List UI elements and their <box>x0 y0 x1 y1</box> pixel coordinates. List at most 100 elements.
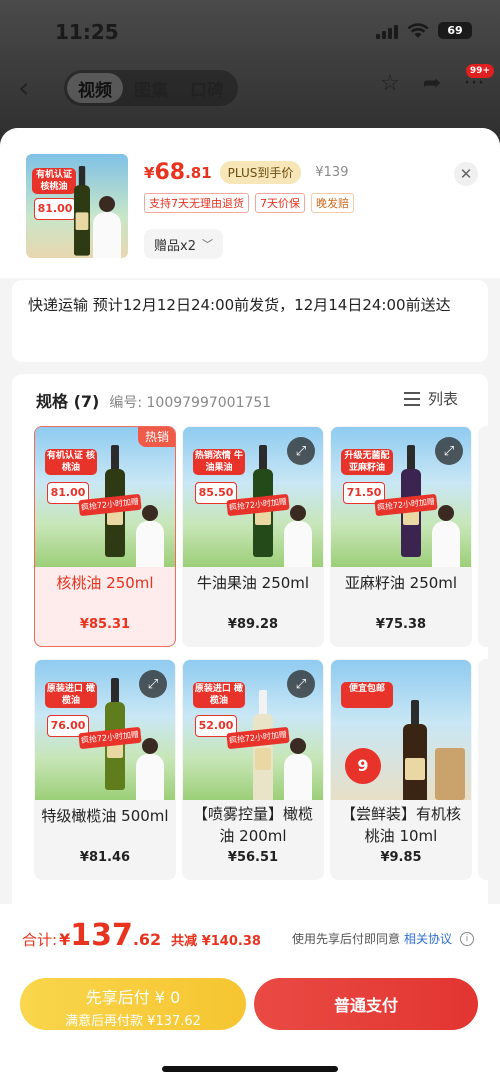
list-icon <box>403 391 420 406</box>
gift-label: 赠品x2 <box>154 238 196 254</box>
spec-item-name: 核桃油 250ml <box>56 574 154 592</box>
price-row: ¥ 68 .81 PLUS到手价 ¥139 <box>144 160 348 185</box>
service-tags: 支持7天无理由退货 7天价保 晚发赔 <box>144 193 354 213</box>
spec-item-price: ¥85.31 <box>79 617 131 632</box>
spec-header: 规格 (7) 编号: 10097997001751 <box>36 388 271 412</box>
list-view-toggle[interactable]: 列表 <box>403 388 458 409</box>
status-bar: 11:25 69 <box>0 0 500 62</box>
shipping-text: 快递运输 预计12月12日24:00前发货，12月14日24:00前送达 <box>28 296 451 314</box>
spec-item-peek[interactable] <box>478 426 488 647</box>
signal-icon <box>376 23 398 39</box>
share-icon[interactable]: ➦ <box>420 72 444 96</box>
item-image-price: 9 <box>345 748 381 784</box>
spec-item-name: 【喷雾控量】橄榄油 200ml <box>192 805 313 845</box>
info-icon[interactable]: i <box>460 931 474 946</box>
item-banner: 有机认证 核桃油 <box>45 449 97 475</box>
price-integer: 68 <box>154 160 186 185</box>
spec-item-olive-500[interactable]: 原装进口 橄榄油 76.00 疯抢72小时加赠 ⤢ 特级橄榄油 500ml ¥8… <box>34 659 176 880</box>
product-box-image <box>435 738 465 800</box>
product-thumbnail[interactable]: 有机认证 核桃油 81.00 <box>26 154 128 258</box>
pay-later-label: 先享后付 ¥ 0 <box>85 988 181 1007</box>
spec-item-price: ¥9.85 <box>380 850 422 865</box>
total-discount: 共减 ¥140.38 <box>171 934 261 949</box>
wifi-icon <box>407 22 429 38</box>
model-image <box>281 738 315 800</box>
hot-badge: 热销 <box>137 427 175 447</box>
shipping-info[interactable]: 快递运输 预计12月12日24:00前发货，12月14日24:00前送达 <box>12 280 488 362</box>
spec-code: 编号: 10097997001751 <box>109 395 272 411</box>
spec-item-name: 亚麻籽油 250ml <box>344 574 458 592</box>
total-row: 合计: ¥ 137 .62 共减 ¥140.38 <box>22 918 261 953</box>
thumb-price: 81.00 <box>34 198 76 220</box>
item-banner: 原装进口 橄榄油 <box>45 682 97 708</box>
spec-selector: 规格 (7) 编号: 10097997001751 列表 有机认证 核桃油 81… <box>12 374 488 914</box>
top-nav: ‹ 视频 图集 口碑 ☆ ➦ ··· 99+ <box>0 64 500 110</box>
spec-item-price: ¥89.28 <box>227 617 279 632</box>
agreement-link[interactable]: 相关协议 <box>404 930 452 947</box>
model-image <box>281 505 315 567</box>
spec-item-price: ¥56.51 <box>227 850 279 865</box>
thumb-bottle-image <box>74 166 90 256</box>
tag-price-protect: 7天价保 <box>255 193 305 213</box>
expand-icon[interactable]: ⤢ <box>287 437 315 465</box>
item-banner: 原装进口 橄榄油 <box>193 682 245 708</box>
list-label: 列表 <box>427 390 458 408</box>
spec-item-image: 便宜包邮 9 <box>331 660 471 800</box>
message-badge: 99+ <box>465 64 494 78</box>
tab-video[interactable]: 视频 <box>67 73 123 103</box>
spec-item-image: 有机认证 核桃油 81.00 疯抢72小时加赠 <box>35 427 175 567</box>
total-decimal: .62 <box>132 930 162 949</box>
total-symbol: ¥ <box>59 930 71 949</box>
spec-item-peek[interactable] <box>478 659 488 880</box>
expand-icon[interactable]: ⤢ <box>139 670 167 698</box>
spec-item-name: 牛油果油 250ml <box>196 574 310 592</box>
normal-pay-button[interactable]: 普通支付 <box>254 978 478 1030</box>
item-banner: 热销浓情 牛油果油 <box>193 449 245 475</box>
bottle-image <box>403 700 427 800</box>
original-price: ¥139 <box>315 165 349 180</box>
home-indicator[interactable] <box>162 1066 338 1072</box>
thumb-model-image <box>90 196 124 258</box>
chevron-down-icon: ﹀ <box>201 238 213 251</box>
agreement-note: 使用先享后付即同意 相关协议 i <box>292 930 474 947</box>
model-image <box>133 738 167 800</box>
price-symbol: ¥ <box>144 163 155 182</box>
model-image <box>429 505 463 567</box>
spec-item-flaxseed-250[interactable]: 升级无菌配 亚麻籽油 71.50 疯抢72小时加赠 ⤢ 亚麻籽油 250ml ¥… <box>330 426 472 647</box>
spec-item-price: ¥75.38 <box>375 617 427 632</box>
back-icon[interactable]: ‹ <box>18 74 29 102</box>
favorite-star-icon[interactable]: ☆ <box>378 72 402 96</box>
model-image <box>133 505 167 567</box>
media-tabs: 视频 图集 口碑 <box>64 70 238 106</box>
product-header: 有机认证 核桃油 81.00 ¥ 68 .81 PLUS到手价 ¥139 ✕ 支持… <box>0 128 500 278</box>
tab-reviews[interactable]: 口碑 <box>179 73 235 103</box>
close-button[interactable]: ✕ <box>454 162 478 186</box>
spec-item-walnut-250[interactable]: 有机认证 核桃油 81.00 疯抢72小时加赠 热销 核桃油 250ml ¥85… <box>34 426 176 647</box>
item-banner: 升级无菌配 亚麻籽油 <box>341 449 393 475</box>
price-decimal: .81 <box>185 163 212 182</box>
pay-later-subtitle: 满意后再付款 ¥137.62 <box>65 1014 201 1029</box>
purchase-sheet: 有机认证 核桃油 81.00 ¥ 68 .81 PLUS到手价 ¥139 ✕ 支持… <box>0 128 500 1081</box>
tag-late-compensation: 晚发赔 <box>311 193 354 213</box>
total-label: 合计: <box>22 931 58 949</box>
spec-item-avocado-250[interactable]: 热销浓情 牛油果油 85.50 疯抢72小时加赠 ⤢ 牛油果油 250ml ¥8… <box>182 426 324 647</box>
agreement-text: 使用先享后付即同意 <box>291 932 400 946</box>
thumb-banner: 有机认证 核桃油 <box>32 168 76 194</box>
spec-item-walnut-trial-10[interactable]: 便宜包邮 9 【尝鲜装】有机核桃油 10ml ¥9.85 <box>330 659 472 880</box>
expand-icon[interactable]: ⤢ <box>435 437 463 465</box>
spec-title: 规格 (7) <box>36 392 100 411</box>
plus-price-badge: PLUS到手价 <box>219 161 302 184</box>
tag-return: 支持7天无理由退货 <box>144 193 249 213</box>
spec-item-name: 特级橄榄油 500ml <box>41 807 169 825</box>
spec-item-name: 【尝鲜装】有机核桃油 10ml <box>340 805 461 845</box>
spec-item-olive-spray-200[interactable]: 原装进口 橄榄油 52.00 疯抢72小时加赠 ⤢ 【喷雾控量】橄榄油 200m… <box>182 659 324 880</box>
gift-selector[interactable]: 赠品x2 ﹀ <box>144 229 223 259</box>
total-integer: 137 <box>70 918 133 953</box>
battery-icon: 69 <box>438 22 472 39</box>
pay-later-button[interactable]: 先享后付 ¥ 0 满意后再付款 ¥137.62 <box>20 978 246 1030</box>
status-time: 11:25 <box>55 20 119 44</box>
checkout-footer: 合计: ¥ 137 .62 共减 ¥140.38 使用先享后付即同意 相关协议 … <box>0 904 500 1081</box>
expand-icon[interactable]: ⤢ <box>287 670 315 698</box>
tab-gallery[interactable]: 图集 <box>123 73 179 103</box>
spec-item-price: ¥81.46 <box>79 850 131 865</box>
